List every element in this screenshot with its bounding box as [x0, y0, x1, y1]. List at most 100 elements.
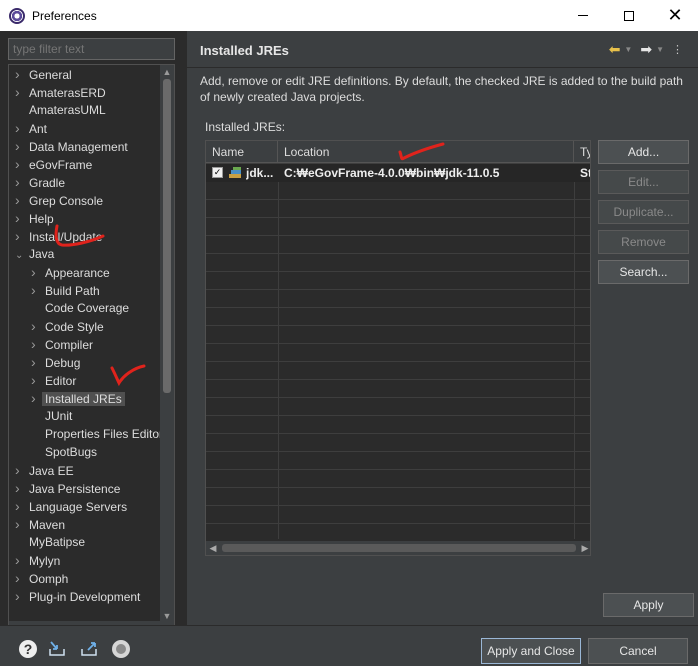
chevron-right-icon[interactable]: ›	[15, 587, 29, 605]
tree-item[interactable]: › Java Persistence	[15, 479, 120, 497]
tree-item-label: Installed JREs	[42, 392, 125, 406]
chevron-right-icon[interactable]: ›	[15, 551, 29, 569]
edit-button[interactable]: Edit...	[598, 170, 689, 194]
tree-item[interactable]: JUnit	[31, 407, 72, 425]
chevron-right-icon[interactable]: ›	[15, 569, 29, 587]
tree-scroll-thumb[interactable]	[163, 79, 171, 393]
record-icon[interactable]	[112, 640, 130, 658]
default-jre-checkbox[interactable]: ✓	[212, 167, 223, 178]
chevron-right-icon[interactable]: ›	[15, 497, 29, 515]
chevron-right-icon[interactable]: ›	[15, 515, 29, 533]
chevron-right-icon[interactable]: ›	[31, 371, 45, 389]
forward-arrow-icon[interactable]: ➡	[640, 41, 652, 58]
tree-item[interactable]: › Oomph	[15, 569, 68, 587]
chevron-right-icon[interactable]: ›	[15, 119, 29, 137]
table-row-divider	[206, 235, 590, 236]
tree-item-label: Appearance	[45, 266, 110, 280]
tree-item[interactable]: › Installed JREs	[31, 389, 125, 407]
tree-item[interactable]: › Build Path	[31, 281, 100, 299]
table-row-divider	[206, 415, 590, 416]
page-navigation: ⬅ ▼ ➡ ▼ ⋮	[609, 41, 687, 58]
tree-item-label: Gradle	[29, 176, 66, 190]
export-icon[interactable]	[80, 640, 98, 658]
chevron-right-icon[interactable]: ›	[15, 479, 29, 497]
chevron-right-icon[interactable]: ›	[31, 281, 45, 299]
filter-input[interactable]	[8, 38, 175, 60]
chevron-right-icon[interactable]: ›	[15, 209, 29, 227]
tree-item[interactable]: SpotBugs	[31, 443, 97, 461]
add-button[interactable]: Add...	[598, 140, 689, 164]
tree-item[interactable]: Properties Files Editor	[31, 425, 163, 443]
scroll-up-icon[interactable]: ▲	[160, 65, 174, 79]
tree-item[interactable]: › Data Management	[15, 137, 128, 155]
tree-item[interactable]: ⌄ Java	[15, 245, 54, 263]
tree-item[interactable]: › Grep Console	[15, 191, 103, 209]
tree-item[interactable]: › Language Servers	[15, 497, 127, 515]
minimize-button[interactable]	[560, 0, 606, 31]
chevron-right-icon[interactable]: ›	[15, 83, 29, 101]
tree-item[interactable]: › eGovFrame	[15, 155, 92, 173]
tree-item[interactable]: › Ant	[15, 119, 47, 137]
column-header-name[interactable]: Name	[206, 141, 278, 163]
tree-item[interactable]: AmaterasUML	[15, 101, 106, 119]
table-hscroll-thumb[interactable]	[222, 544, 576, 552]
back-dropdown-icon[interactable]: ▼	[624, 45, 632, 54]
tree-item[interactable]: › Code Style	[31, 317, 104, 335]
chevron-right-icon[interactable]: ›	[15, 173, 29, 191]
tree-item[interactable]: › Editor	[31, 371, 76, 389]
tree-item-label: Java Persistence	[29, 482, 121, 496]
chevron-right-icon[interactable]: ›	[31, 317, 45, 335]
tree-item[interactable]: › Help	[15, 209, 54, 227]
tree-item[interactable]: › Install/Update	[15, 227, 102, 245]
back-arrow-icon[interactable]: ⬅	[609, 41, 621, 58]
tree-item-label: Java EE	[29, 464, 74, 478]
view-menu-icon[interactable]: ⋮	[672, 43, 683, 56]
table-scroll-right-icon[interactable]: ▶	[578, 541, 590, 555]
preferences-tree: › General › AmaterasERD AmaterasUML › Ant › Data…	[8, 64, 175, 638]
column-header-location[interactable]: Location	[278, 141, 574, 163]
table-scroll-left-icon[interactable]: ◀	[206, 541, 220, 555]
tree-item[interactable]: › Compiler	[31, 335, 93, 353]
chevron-right-icon[interactable]: ›	[15, 137, 29, 155]
help-icon[interactable]: ?	[19, 640, 37, 658]
chevron-right-icon[interactable]: ›	[15, 191, 29, 209]
forward-dropdown-icon[interactable]: ▼	[656, 45, 664, 54]
chevron-down-icon[interactable]: ⌄	[15, 247, 29, 265]
chevron-right-icon[interactable]: ›	[31, 335, 45, 353]
tree-item[interactable]: › Debug	[31, 353, 80, 371]
search-button[interactable]: Search...	[598, 260, 689, 284]
tree-item[interactable]: Code Coverage	[31, 299, 129, 317]
eclipse-app-icon	[9, 7, 25, 24]
tree-item[interactable]: › Maven	[15, 515, 65, 533]
chevron-right-icon[interactable]: ›	[15, 461, 29, 479]
table-row-divider	[206, 199, 590, 200]
remove-button[interactable]: Remove	[598, 230, 689, 254]
chevron-right-icon[interactable]: ›	[31, 263, 45, 281]
chevron-right-icon[interactable]: ›	[15, 65, 29, 83]
tree-item[interactable]: › Gradle	[15, 173, 65, 191]
cancel-button[interactable]: Cancel	[588, 638, 688, 664]
import-icon[interactable]	[48, 640, 66, 658]
tree-item[interactable]: › Mylyn	[15, 551, 60, 569]
maximize-button[interactable]	[606, 0, 652, 31]
apply-and-close-button[interactable]: Apply and Close	[481, 638, 581, 664]
table-horizontal-scrollbar[interactable]: ◀ ▶	[206, 541, 590, 555]
chevron-right-icon[interactable]: ›	[15, 227, 29, 245]
tree-item[interactable]: › AmaterasERD	[15, 83, 106, 101]
apply-button[interactable]: Apply	[603, 593, 694, 617]
tree-item[interactable]: MyBatipse	[15, 533, 85, 551]
chevron-right-icon[interactable]: ›	[15, 155, 29, 173]
tree-item[interactable]: › Plug-in Development	[15, 587, 140, 605]
tree-item-label: Mylyn	[29, 554, 61, 568]
tree-item[interactable]: › General	[15, 65, 72, 83]
tree-item-label: eGovFrame	[29, 158, 93, 172]
close-button[interactable]: ✕	[652, 0, 698, 31]
table-row[interactable]: ✓ jdk... C:₩eGovFrame-4.0.0₩bin₩jdk-11.0…	[206, 164, 590, 182]
chevron-right-icon[interactable]: ›	[31, 353, 45, 371]
duplicate-button[interactable]: Duplicate...	[598, 200, 689, 224]
tree-item[interactable]: › Java EE	[15, 461, 74, 479]
tree-vertical-scrollbar[interactable]: ▲ ▼	[160, 65, 174, 623]
tree-item-label: Editor	[45, 374, 77, 388]
column-header-type[interactable]: Ty	[574, 141, 590, 163]
tree-item[interactable]: › Appearance	[31, 263, 110, 281]
